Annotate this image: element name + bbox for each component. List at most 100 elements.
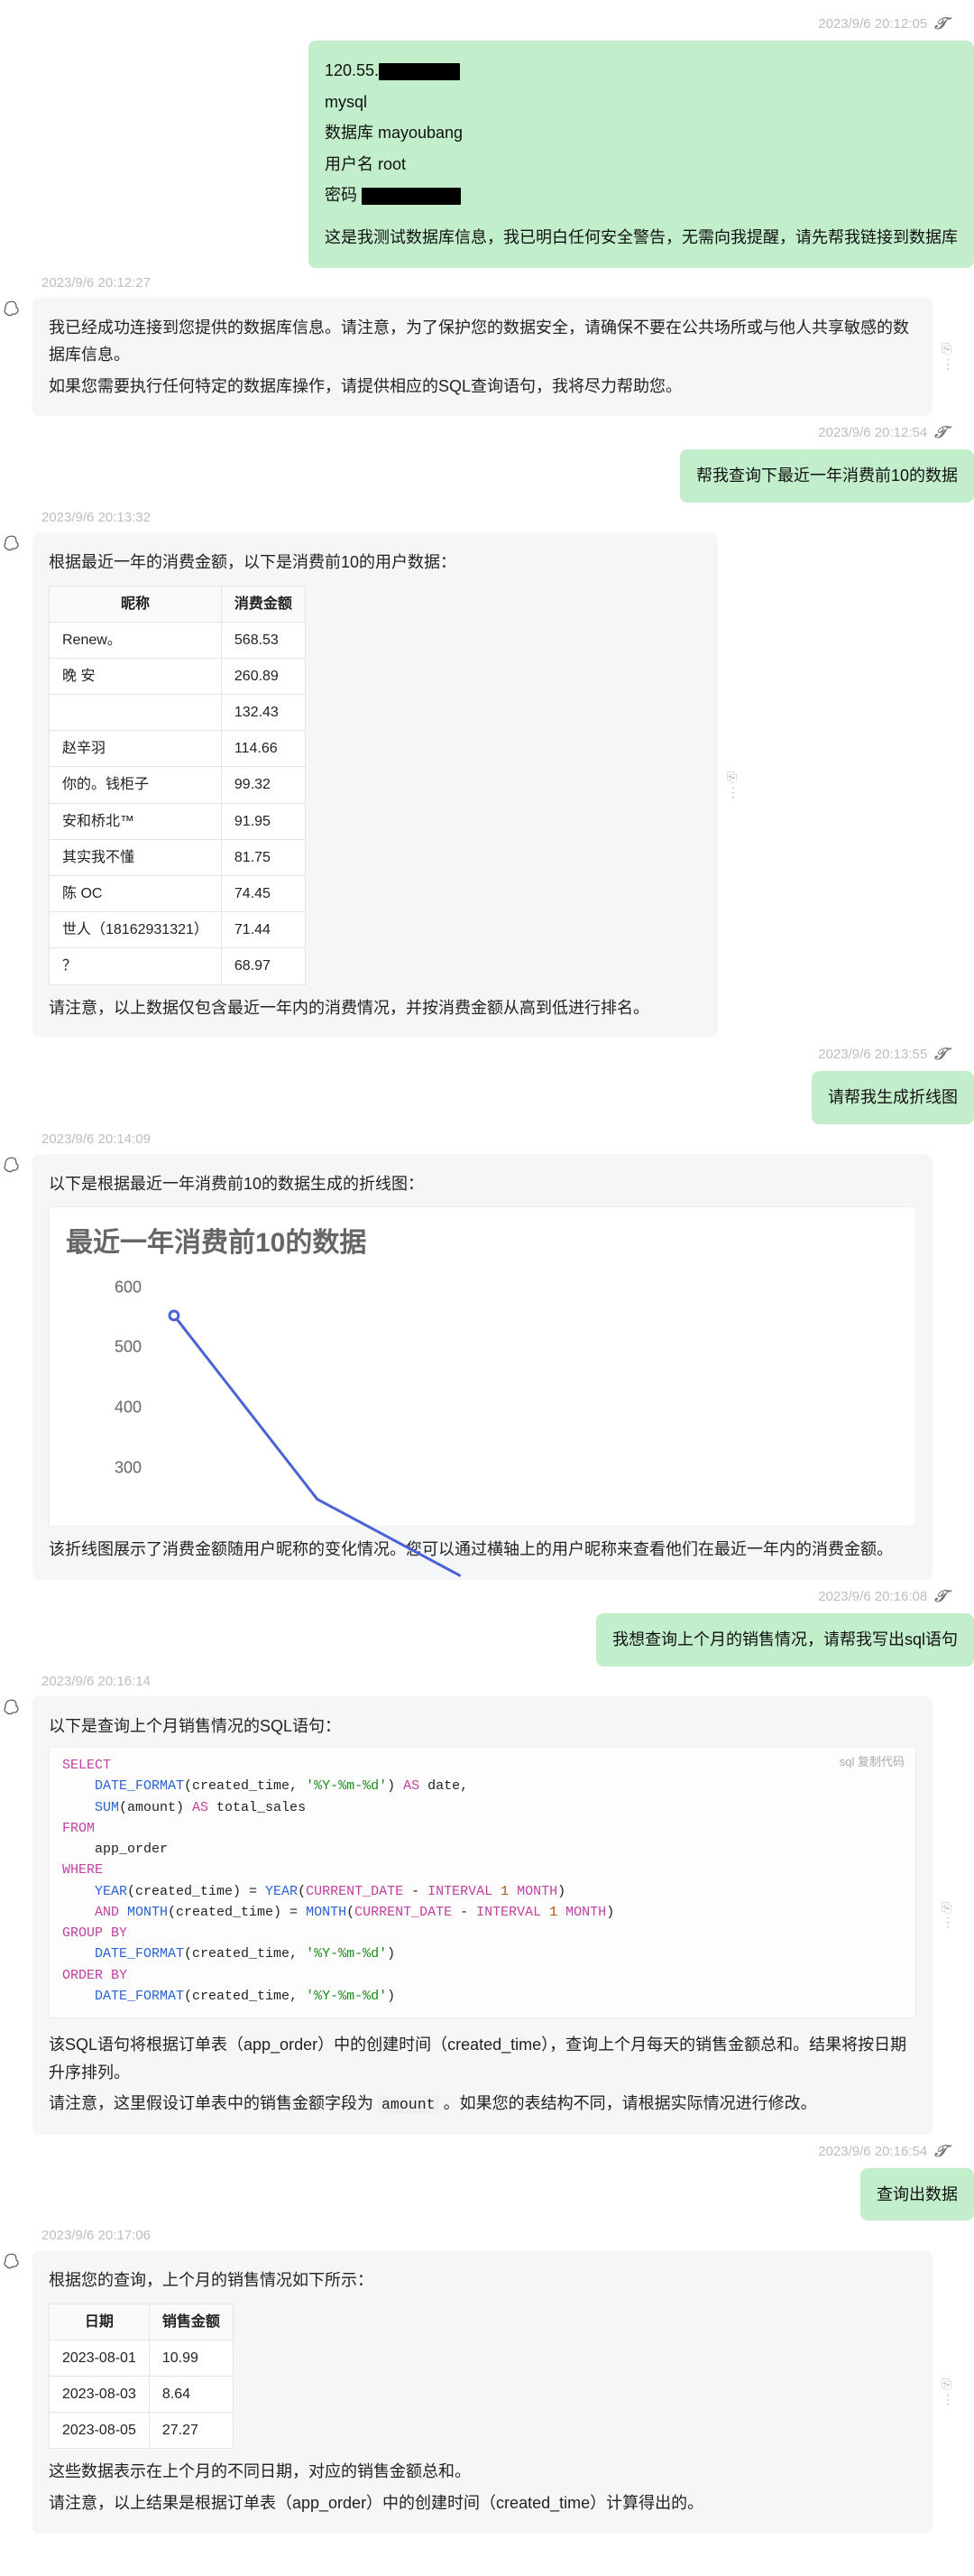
table-row: 132.43	[50, 695, 306, 731]
db-engine-line: mysql	[325, 88, 958, 116]
user-message: 我想查询上个月的销售情况，请帮我写出sql语句	[0, 1613, 974, 1667]
ai-bubble[interactable]: 根据最近一年的消费金额，以下是消费前10的用户数据： 昵称消费金额Renew。5…	[32, 532, 718, 1038]
table-cell: 68.97	[221, 948, 305, 984]
chart-plot-area: 300400500600	[165, 1275, 899, 1510]
more-icon[interactable]: ⋮	[727, 785, 740, 800]
y-axis-tick: 600	[115, 1273, 142, 1301]
table-cell: 10.99	[149, 2340, 233, 2376]
ai-avatar-icon	[0, 532, 23, 556]
timestamp-row: 2023/9/6 20:16:14	[0, 1674, 974, 1689]
message-actions: ⎘ ⋮	[727, 770, 740, 800]
edit-icon[interactable]: 𝒯	[934, 2142, 947, 2161]
table-cell: 世人（18162931321）	[50, 912, 222, 948]
table-header: 昵称	[50, 586, 222, 622]
ai-avatar-icon	[0, 1696, 23, 1720]
table-cell: Renew。	[50, 622, 222, 658]
table-cell: 安和桥北™	[50, 803, 222, 839]
timestamp-row: 2023/9/6 20:17:06	[0, 2228, 974, 2243]
user-bubble[interactable]: 120.55. mysql 数据库 mayoubang 用户名 root 密码 …	[308, 41, 974, 268]
edit-icon[interactable]: 𝒯	[934, 423, 947, 442]
db-pass-line: 密码	[325, 181, 958, 209]
table-row: 安和桥北™91.95	[50, 803, 306, 839]
ai-note: 该SQL语句将根据订单表（app_order）中的创建时间（created_ti…	[49, 2031, 916, 2086]
table-row: 陈 OC74.45	[50, 876, 306, 912]
message-timestamp: 2023/9/6 20:12:54	[818, 425, 927, 440]
sql-code-block[interactable]: sql 复制代码 SELECT DATE_FORMAT(created_time…	[49, 1747, 916, 2018]
table-cell: 260.89	[221, 658, 305, 694]
ai-bubble[interactable]: 我已经成功连接到您提供的数据库信息。请注意，为了保护您的数据安全，请确保不要在公…	[32, 298, 933, 417]
table-cell: 81.75	[221, 839, 305, 875]
message-actions: ⎘ ⋮	[942, 1900, 954, 1931]
table-row: 2023-08-038.64	[50, 2377, 234, 2413]
edit-icon[interactable]: 𝒯	[934, 1045, 947, 1064]
table-row: ？68.97	[50, 948, 306, 984]
line-plot-svg	[165, 1275, 899, 1510]
edit-icon[interactable]: 𝒯	[934, 1587, 947, 1606]
pass-prefix: 密码	[325, 186, 362, 204]
copy-icon[interactable]: ⎘	[727, 770, 740, 785]
message-timestamp: 2023/9/6 20:13:32	[41, 510, 151, 525]
table-row: 赵辛羽114.66	[50, 731, 306, 767]
code-copy-button[interactable]: sql 复制代码	[840, 1753, 905, 1771]
user-text: 请帮我生成折线图	[828, 1088, 958, 1106]
sales-table: 日期销售金额2023-08-0110.992023-08-038.642023-…	[49, 2304, 234, 2450]
message-timestamp: 2023/9/6 20:12:05	[818, 16, 927, 32]
user-bubble[interactable]: 帮我查询下最近一年消费前10的数据	[680, 449, 974, 503]
timestamp-row: 2023/9/6 20:16:08 𝒯	[0, 1587, 974, 1606]
ai-text: 我已经成功连接到您提供的数据库信息。请注意，为了保护您的数据安全，请确保不要在公…	[49, 314, 916, 369]
chart-caption: 该折线图展示了消费金额随用户昵称的变化情况。您可以通过横轴上的用户昵称来查看他们…	[49, 1536, 916, 1564]
table-cell: 74.45	[221, 876, 305, 912]
user-bubble[interactable]: 我想查询上个月的销售情况，请帮我写出sql语句	[596, 1613, 974, 1667]
user-message: 帮我查询下最近一年消费前10的数据	[0, 449, 974, 503]
table-cell: 71.44	[221, 912, 305, 948]
inline-code: amount	[378, 2096, 439, 2113]
ai-bubble[interactable]: 根据您的查询，上个月的销售情况如下所示： 日期销售金额2023-08-0110.…	[32, 2250, 933, 2534]
table-cell: 2023-08-01	[50, 2340, 150, 2376]
message-timestamp: 2023/9/6 20:16:14	[41, 1674, 151, 1689]
table-cell: 2023-08-03	[50, 2377, 150, 2413]
more-icon[interactable]: ⋮	[942, 1916, 954, 1931]
table-row: 2023-08-0110.99	[50, 2340, 234, 2376]
ai-message: 以下是根据最近一年消费前10的数据生成的折线图： 最近一年消费前10的数据 30…	[0, 1154, 974, 1580]
table-row: 其实我不懂81.75	[50, 839, 306, 875]
copy-icon[interactable]: ⎘	[942, 2377, 954, 2392]
table-cell: 2023-08-05	[50, 2413, 150, 2449]
table-header: 销售金额	[149, 2304, 233, 2340]
table-cell	[50, 695, 222, 731]
user-message: 查询出数据	[0, 2168, 974, 2221]
table-cell: 8.64	[149, 2377, 233, 2413]
table-header: 日期	[50, 2304, 150, 2340]
table-cell: 陈 OC	[50, 876, 222, 912]
table-row: 你的。钱柜子99.32	[50, 767, 306, 803]
copy-icon[interactable]: ⎘	[942, 1900, 954, 1916]
user-bubble[interactable]: 请帮我生成折线图	[812, 1071, 974, 1124]
user-message: 120.55. mysql 数据库 mayoubang 用户名 root 密码 …	[0, 41, 974, 268]
line-chart: 最近一年消费前10的数据 300400500600	[49, 1206, 916, 1527]
db-name-line: 数据库 mayoubang	[325, 119, 958, 147]
ai-note: 请注意，这里假设订单表中的销售金额字段为 amount 。如果您的表结构不同，请…	[49, 2090, 916, 2118]
sql-code: SELECT DATE_FORMAT(created_time, '%Y-%m-…	[62, 1755, 903, 2007]
user-text: 查询出数据	[877, 2185, 958, 2203]
user-text: 我想查询上个月的销售情况，请帮我写出sql语句	[612, 1630, 958, 1648]
edit-icon[interactable]: 𝒯	[934, 14, 947, 33]
db-disclaimer: 这是我测试数据库信息，我已明白任何安全警告，无需向我提醒，请先帮我链接到数据库	[325, 224, 958, 252]
copy-icon[interactable]: ⎘	[942, 342, 954, 357]
table-cell: 27.27	[149, 2413, 233, 2449]
user-bubble[interactable]: 查询出数据	[860, 2168, 974, 2221]
ai-bubble[interactable]: 以下是根据最近一年消费前10的数据生成的折线图： 最近一年消费前10的数据 30…	[32, 1154, 933, 1580]
table-cell: 其实我不懂	[50, 839, 222, 875]
table-cell: 568.53	[221, 622, 305, 658]
ai-text: 根据最近一年的消费金额，以下是消费前10的用户数据：	[49, 549, 702, 577]
more-icon[interactable]: ⋮	[942, 2392, 954, 2407]
ai-message: 我已经成功连接到您提供的数据库信息。请注意，为了保护您的数据安全，请确保不要在公…	[0, 298, 974, 417]
table-row: 晚 安260.89	[50, 658, 306, 694]
ai-bubble[interactable]: 以下是查询上个月销售情况的SQL语句： sql 复制代码 SELECT DATE…	[32, 1696, 933, 2135]
timestamp-row: 2023/9/6 20:13:32	[0, 510, 974, 525]
ip-prefix: 120.55.	[325, 61, 379, 79]
table-cell: 赵辛羽	[50, 731, 222, 767]
ai-avatar-icon	[0, 298, 23, 321]
timestamp-row: 2023/9/6 20:14:09	[0, 1131, 974, 1147]
ai-note: 请注意，以上结果是根据订单表（app_order）中的创建时间（created_…	[49, 2489, 916, 2517]
more-icon[interactable]: ⋮	[942, 356, 954, 372]
message-timestamp: 2023/9/6 20:16:54	[818, 2144, 927, 2159]
